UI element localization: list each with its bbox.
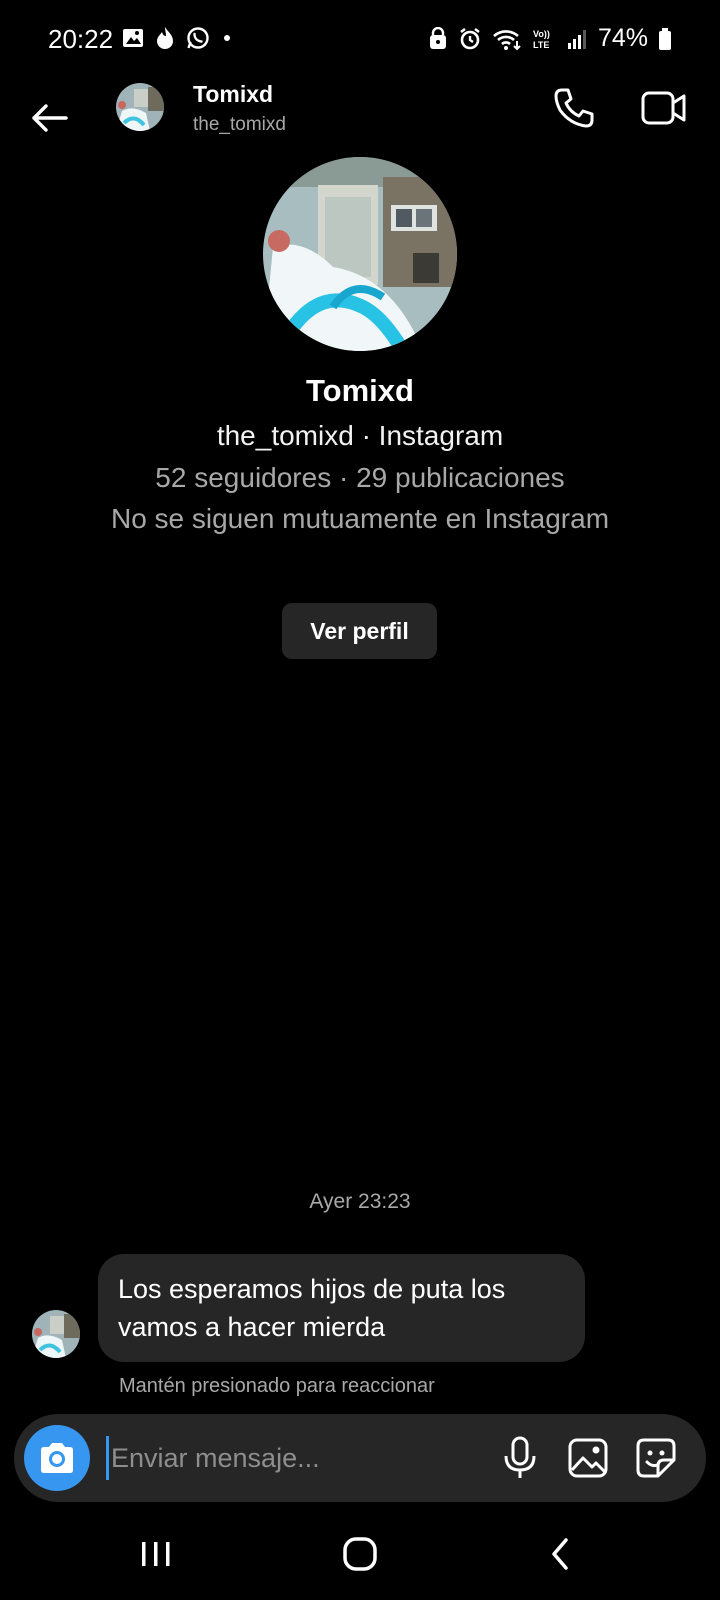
avatar-photo xyxy=(32,1310,80,1358)
volte-icon: Vo))LTE xyxy=(533,29,550,50)
recents-button[interactable] xyxy=(136,1536,176,1572)
image-icon xyxy=(123,29,143,47)
alarm-icon xyxy=(460,27,480,49)
home-icon xyxy=(343,1537,377,1571)
react-hint: Mantén presionado para reaccionar xyxy=(119,1375,435,1397)
wifi-icon xyxy=(493,29,521,50)
lock-icon xyxy=(429,26,446,49)
message-avatar[interactable] xyxy=(32,1310,80,1358)
message-bubble[interactable]: Los esperamos hijos de puta los vamos a … xyxy=(98,1254,585,1362)
status-left-icons xyxy=(122,26,234,50)
profile-subtitle: the_tomixd · Instagram xyxy=(216,420,504,451)
video-camera-icon xyxy=(641,91,686,125)
home-button[interactable] xyxy=(340,1534,380,1574)
nav-back-button[interactable] xyxy=(546,1534,574,1574)
back-button[interactable] xyxy=(28,96,72,140)
battery-percent: 74% xyxy=(597,24,648,52)
sticker-icon xyxy=(636,1438,676,1478)
camera-icon xyxy=(41,1443,73,1473)
profile-name: Tomixd xyxy=(306,373,414,408)
header-avatar[interactable] xyxy=(116,83,164,131)
phone-icon xyxy=(554,88,594,128)
fire-icon xyxy=(157,27,173,49)
header-name[interactable]: Tomixd xyxy=(193,81,273,108)
chevron-left-icon xyxy=(552,1538,568,1570)
header-username[interactable]: the_tomixd xyxy=(193,114,286,136)
svg-text:LTE: LTE xyxy=(533,40,549,50)
video-call-button[interactable] xyxy=(640,86,688,130)
gallery-icon xyxy=(568,1438,608,1478)
audio-call-button[interactable] xyxy=(552,86,596,130)
profile-avatar[interactable] xyxy=(263,157,457,351)
microphone-icon xyxy=(504,1436,536,1478)
camera-button[interactable] xyxy=(24,1425,90,1491)
message-composer xyxy=(14,1414,706,1502)
dot-icon xyxy=(224,35,230,41)
view-profile-button[interactable]: Ver perfil xyxy=(282,603,437,659)
avatar-photo xyxy=(116,83,164,131)
message-timestamp: Ayer 23:23 xyxy=(309,1190,411,1213)
voice-message-button[interactable] xyxy=(498,1434,542,1482)
status-bar: 20:22 Vo)) LTE 74% xyxy=(0,0,720,80)
signal-icon xyxy=(567,29,586,49)
gallery-button[interactable] xyxy=(564,1434,612,1482)
sticker-button[interactable] xyxy=(632,1434,680,1482)
mutual-follow-note: No se siguen mutuamente en Instagram xyxy=(110,503,610,534)
status-time: 20:22 xyxy=(48,24,114,54)
profile-photo xyxy=(263,157,457,351)
svg-text:Vo)): Vo)) xyxy=(533,29,550,39)
system-nav-bar xyxy=(0,1520,720,1600)
profile-stats: 52 seguidores · 29 publicaciones xyxy=(155,462,565,493)
whatsapp-icon xyxy=(187,27,209,49)
battery-icon xyxy=(659,27,671,50)
message-input[interactable] xyxy=(106,1436,486,1480)
status-right: Vo)) LTE 74% xyxy=(428,24,672,53)
arrow-left-icon xyxy=(32,104,68,132)
recents-icon xyxy=(142,1542,170,1566)
